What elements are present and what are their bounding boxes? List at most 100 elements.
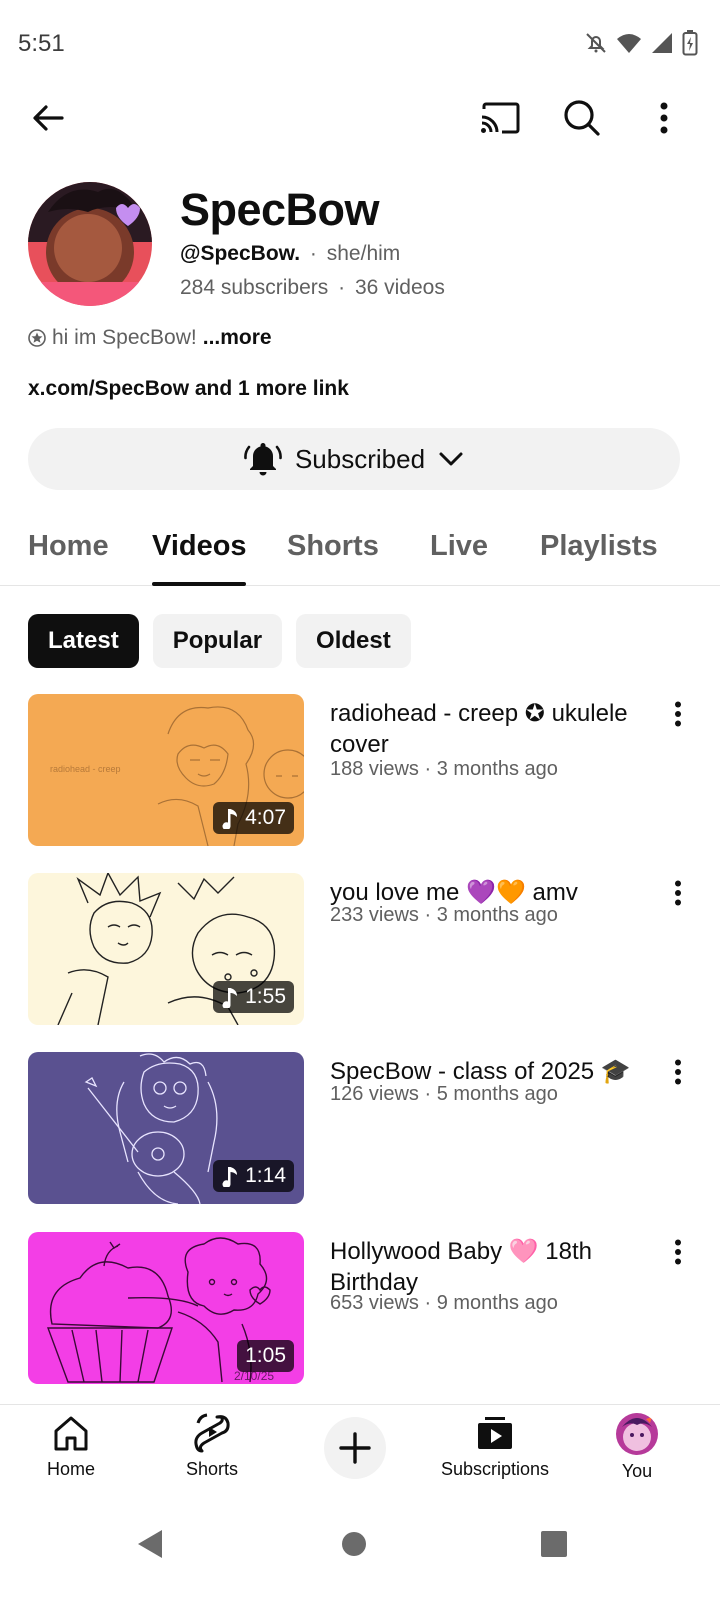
back-button[interactable] xyxy=(20,90,76,146)
nav-home[interactable]: Home xyxy=(11,1413,131,1493)
video-meta: 233 views · 3 months ago xyxy=(330,904,558,926)
chevron-down-icon xyxy=(439,452,463,466)
channel-description[interactable]: hi im SpecBow! ...more xyxy=(28,326,272,350)
system-home-button[interactable] xyxy=(334,1524,374,1564)
chip-oldest[interactable]: Oldest xyxy=(296,614,411,668)
channel-header: SpecBow @SpecBow. · she/him 284 subscrib… xyxy=(28,182,698,312)
more-vert-icon xyxy=(675,1239,681,1265)
plus-icon xyxy=(339,1432,371,1464)
square-recents-icon xyxy=(541,1531,567,1557)
duration-text: 1:55 xyxy=(245,985,286,1008)
nav-subscriptions[interactable]: Subscriptions xyxy=(435,1413,555,1493)
video-meta: 653 views · 9 months ago xyxy=(330,1292,558,1314)
nav-home-label: Home xyxy=(46,1459,95,1479)
arrow-back-icon xyxy=(33,105,64,131)
wifi-icon xyxy=(617,34,641,53)
duration-badge: 1:14 xyxy=(213,1160,294,1192)
video-thumbnail[interactable]: 1:14 xyxy=(28,1052,304,1204)
cast-button[interactable] xyxy=(472,90,528,146)
search-icon xyxy=(564,100,600,136)
more-vert-icon xyxy=(675,880,681,906)
video-count: 36 videos xyxy=(354,276,445,299)
battery-icon xyxy=(682,30,698,56)
channel-stats: 284 subscribers · 36 videos xyxy=(180,276,445,300)
system-recents-button[interactable] xyxy=(534,1524,574,1564)
channel-pronouns: she/him xyxy=(326,242,401,265)
nav-shorts[interactable]: Shorts xyxy=(152,1413,272,1493)
video-menu-button[interactable] xyxy=(658,873,698,913)
star-badge-icon xyxy=(28,329,46,347)
video-thumbnail[interactable]: radiohead - creep 4:07 xyxy=(28,694,304,846)
more-vert-icon xyxy=(675,1059,681,1085)
more-vert-icon xyxy=(675,701,681,727)
tab-videos[interactable]: Videos xyxy=(152,530,247,563)
chip-popular[interactable]: Popular xyxy=(152,614,283,668)
video-thumbnail[interactable]: 1:55 xyxy=(28,873,304,1025)
cast-icon xyxy=(481,102,520,134)
triangle-back-icon xyxy=(138,1530,162,1558)
more-link[interactable]: ...more xyxy=(203,326,272,350)
duration-badge: 4:07 xyxy=(213,802,294,834)
video-item[interactable]: 2/10/25 1:05 Hollywood Baby 🩷 18th Birth… xyxy=(28,1232,698,1384)
duration-text: 4:07 xyxy=(245,806,286,829)
thumbnail-caption: radiohead - creep xyxy=(50,764,121,774)
cell-signal-icon xyxy=(652,33,672,53)
bio-text: hi im SpecBow! xyxy=(52,326,197,349)
video-title[interactable]: radiohead - creep ✪ ukulele cover xyxy=(330,698,660,760)
search-button[interactable] xyxy=(554,90,610,146)
more-options-button[interactable] xyxy=(636,90,692,146)
video-thumbnail[interactable]: 2/10/25 1:05 xyxy=(28,1232,304,1384)
music-note-icon xyxy=(222,809,238,829)
channel-links[interactable]: x.com/SpecBow and 1 more link xyxy=(28,377,349,401)
channel-name: SpecBow xyxy=(180,184,380,235)
video-meta: 188 views · 3 months ago xyxy=(330,758,558,780)
status-icons xyxy=(584,30,698,56)
channel-avatar[interactable] xyxy=(28,182,152,306)
notifications-off-icon xyxy=(586,33,606,53)
duration-text: 1:05 xyxy=(245,1344,286,1367)
subscriptions-icon xyxy=(478,1417,512,1449)
video-item[interactable]: 1:55 you love me 💜🧡 amv 233 views · 3 mo… xyxy=(28,873,698,1025)
shorts-icon xyxy=(194,1413,230,1453)
sort-chips: Latest Popular Oldest xyxy=(28,614,411,668)
video-title[interactable]: Hollywood Baby 🩷 18th Birthday xyxy=(330,1236,660,1298)
video-meta: 126 views · 5 months ago xyxy=(330,1083,558,1105)
separator: · xyxy=(309,242,317,265)
channel-handle-row: @SpecBow. · she/him xyxy=(180,242,400,266)
you-avatar xyxy=(616,1413,658,1455)
create-button[interactable] xyxy=(324,1417,386,1479)
circle-home-icon xyxy=(342,1532,366,1556)
more-vert-icon xyxy=(660,102,668,134)
active-tab-indicator xyxy=(152,582,246,586)
system-back-button[interactable] xyxy=(130,1524,170,1564)
nav-you[interactable]: You xyxy=(577,1413,697,1493)
tab-live[interactable]: Live xyxy=(430,530,488,563)
app-bar xyxy=(0,90,720,146)
video-item[interactable]: radiohead - creep 4:07 radiohead - creep… xyxy=(28,694,698,846)
nav-you-label: You xyxy=(621,1461,653,1481)
status-bar: 5:51 xyxy=(0,0,720,84)
nav-shorts-label: Shorts xyxy=(185,1459,239,1479)
video-menu-button[interactable] xyxy=(658,1232,698,1272)
chip-latest[interactable]: Latest xyxy=(28,614,139,668)
subscribed-label: Subscribed xyxy=(294,443,426,474)
home-icon xyxy=(54,1416,88,1451)
video-item[interactable]: 1:14 SpecBow - class of 2025 🎓 126 views… xyxy=(28,1052,698,1204)
music-note-icon xyxy=(222,1167,238,1187)
tab-home[interactable]: Home xyxy=(28,530,109,563)
tab-playlists[interactable]: Playlists xyxy=(540,530,658,563)
duration-text: 1:14 xyxy=(245,1164,286,1187)
nav-subscriptions-label: Subscriptions xyxy=(440,1459,550,1479)
subscriber-count: 284 subscribers xyxy=(180,276,329,299)
music-note-icon xyxy=(222,988,238,1008)
video-menu-button[interactable] xyxy=(658,1052,698,1092)
tab-shorts[interactable]: Shorts xyxy=(287,530,379,563)
separator: · xyxy=(338,276,346,299)
channel-handle: @SpecBow. xyxy=(180,242,301,265)
system-navigation xyxy=(0,1494,720,1600)
duration-badge: 1:05 xyxy=(237,1340,294,1372)
subscribed-button[interactable]: Subscribed xyxy=(28,428,680,490)
duration-badge: 1:55 xyxy=(213,981,294,1013)
notifications-active-icon xyxy=(244,443,282,476)
video-menu-button[interactable] xyxy=(658,694,698,734)
